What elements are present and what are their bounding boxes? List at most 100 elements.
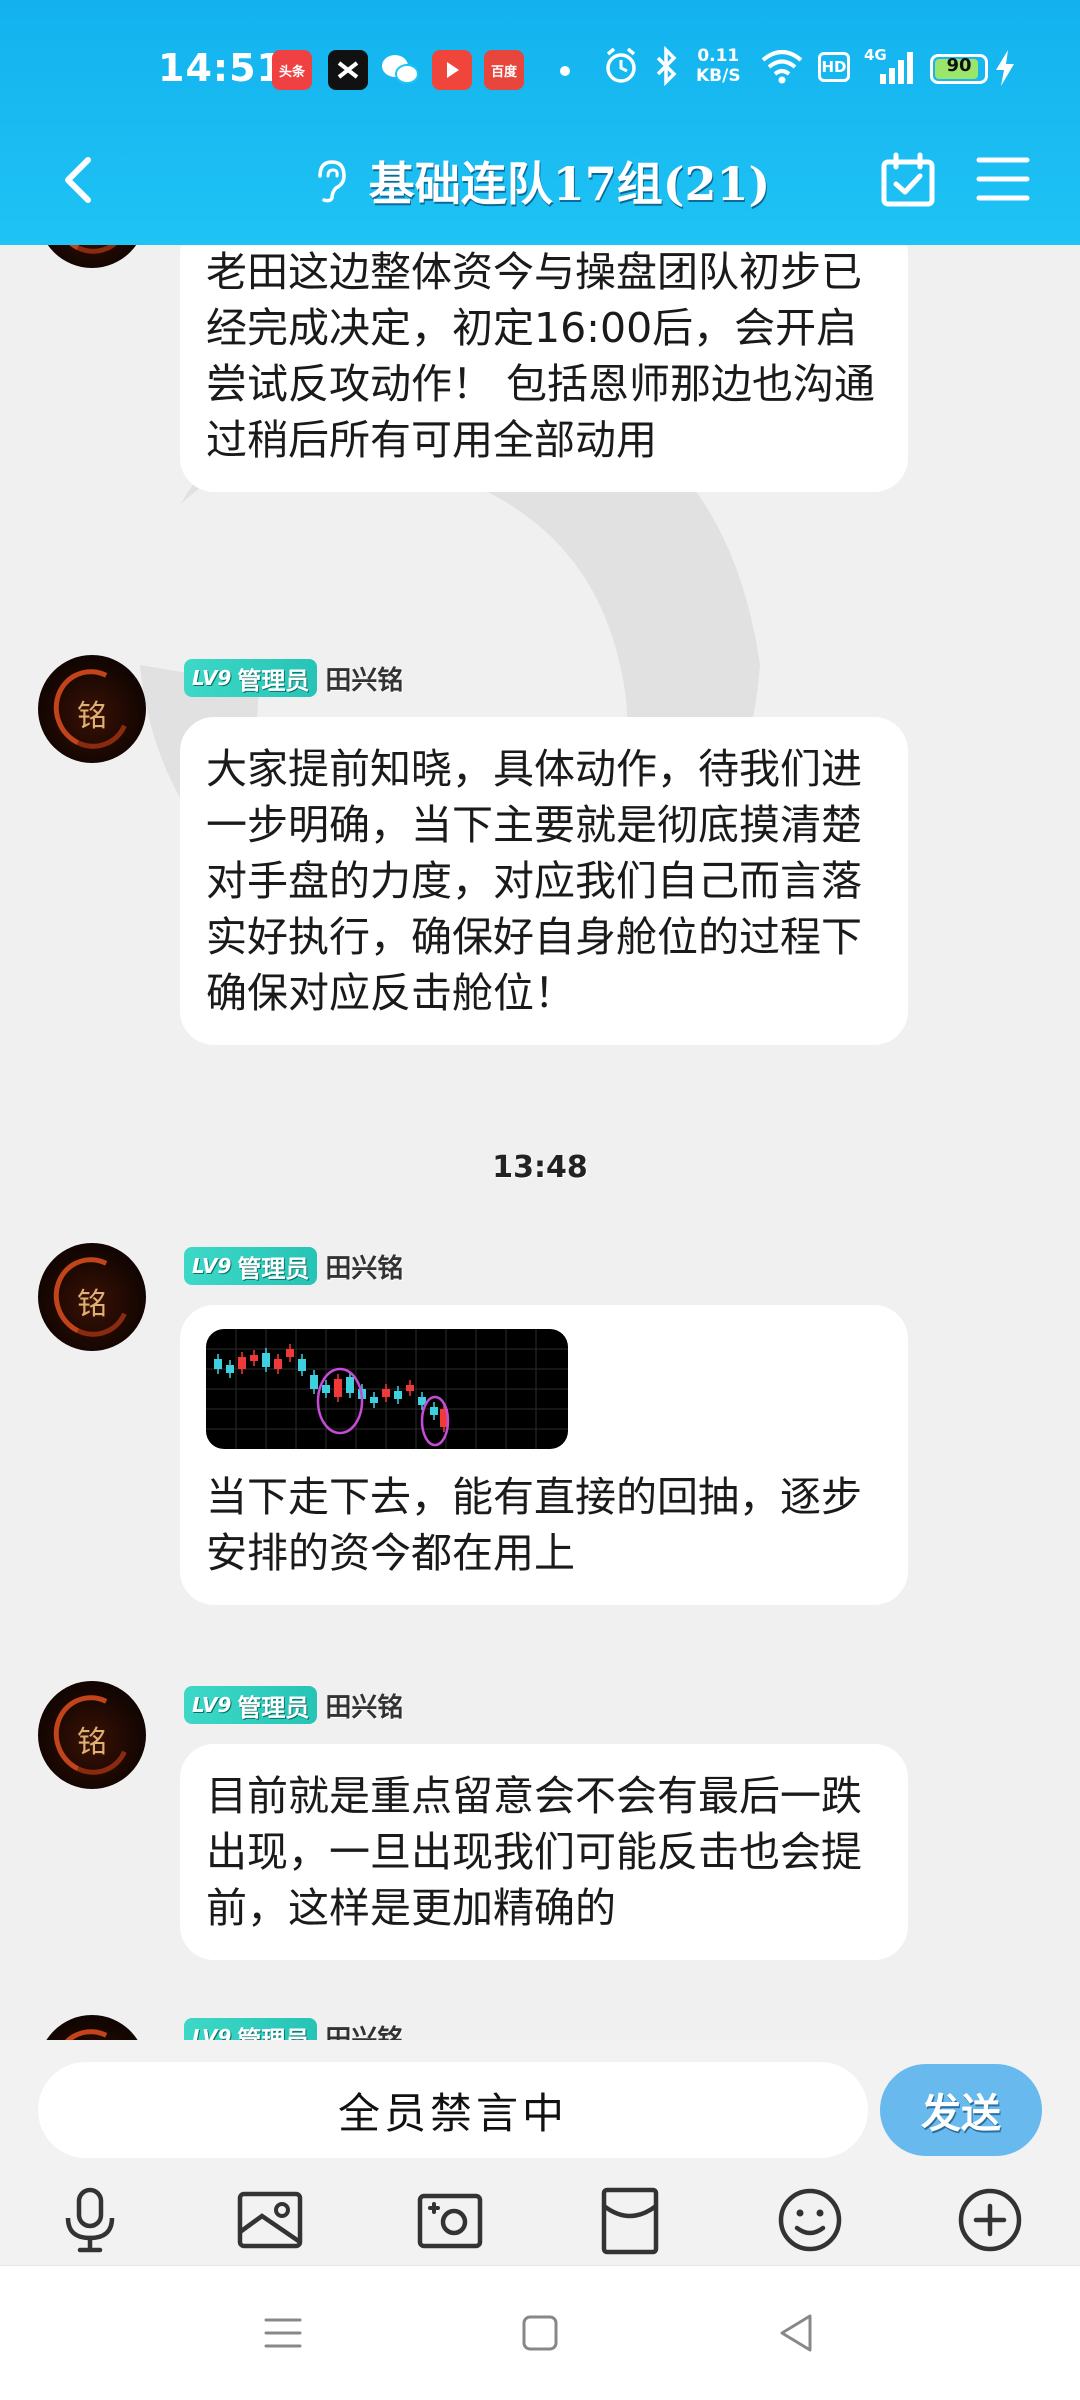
candlestick-thumbnail (206, 1329, 568, 1449)
net-speed-unit: KB/S (696, 66, 741, 86)
role-label: 管理员 (237, 2024, 310, 2041)
battery-icon: 90 (930, 54, 988, 84)
candle-body (238, 1357, 246, 1369)
sender-line: LV9 管理员 田兴铭 (184, 2017, 403, 2040)
video-app-icon (432, 50, 472, 90)
hd-voice-icon: HD (818, 52, 850, 82)
home-icon (522, 2315, 558, 2351)
more-menu-button[interactable] (975, 154, 1031, 204)
message-input[interactable]: 全员禁言中 (38, 2062, 868, 2158)
candle-body (250, 1355, 258, 1361)
candle-body (382, 1389, 390, 1397)
message-text: 目前就是重点留意会不会有最后一跌出现，一旦出现我们可能反击也会提前，这样是更加精… (206, 1772, 862, 1932)
back-nav-button[interactable] (772, 2308, 822, 2358)
candle-body (370, 1397, 378, 1403)
message-text: 老田这边整体资今与操盘团队初步已经完成决定，初定16:00后，会开启尝试反攻动作… (206, 248, 876, 464)
level-badge: LV9 管理员 (184, 1247, 318, 1285)
candle-body (346, 1377, 354, 1393)
red-packet-button[interactable] (590, 2180, 670, 2260)
level-label: LV9 (192, 1693, 232, 1717)
message-text: 大家提前知晓，具体动作，待我们进一步明确，当下主要就是彻底摸清楚对手盘的力度，对… (206, 745, 862, 1017)
sender-line: LV9 管理员 田兴铭 (184, 658, 403, 698)
recents-button[interactable] (258, 2308, 308, 2358)
candle-body (394, 1391, 402, 1399)
wifi-icon (760, 46, 804, 94)
message-bubble[interactable]: 当下走下去，能有直接的回抽，逐步安排的资今都在用上 (180, 1305, 908, 1605)
role-label: 管理员 (237, 665, 310, 695)
candle-body (226, 1365, 234, 1373)
more-plus-button[interactable] (950, 2180, 1030, 2260)
input-area: 全员禁言中 发送 (0, 2040, 1080, 2265)
camera-button[interactable] (410, 2180, 490, 2260)
recents-icon (264, 2318, 302, 2348)
candle-body (322, 1385, 330, 1393)
battery-level: 90 (946, 55, 972, 76)
sender-name: 田兴铭 (325, 1692, 404, 1723)
candle-body (406, 1385, 414, 1391)
calendar-check-icon (881, 152, 935, 207)
avatar[interactable]: 铭 (38, 1681, 146, 1789)
status-bar: 14:51 头条 百度 0.11 KB/S HD 4G 90 (0, 40, 1080, 100)
message-text: 当下走下去，能有直接的回抽，逐步安排的资今都在用上 (206, 1473, 862, 1577)
role-label: 管理员 (237, 1692, 310, 1722)
photo-icon (237, 2191, 303, 2249)
avatar[interactable]: 铭 (38, 655, 146, 763)
level-label: LV9 (192, 666, 232, 690)
sender-name: 田兴铭 (325, 1253, 404, 1284)
home-button[interactable] (515, 2308, 565, 2358)
title-bar: 基础连队17组(21) (0, 130, 1080, 230)
avatar-char: 铭 (77, 699, 107, 734)
message-bubble[interactable]: 大家提前知晓，具体动作，待我们进一步明确，当下主要就是彻底摸清楚对手盘的力度，对… (180, 717, 908, 1045)
avatar[interactable]: 铭 (38, 1243, 146, 1351)
avatar-char: 铭 (77, 1725, 107, 1760)
role-label: 管理员 (237, 1253, 310, 1283)
candlestick-chart-image[interactable] (206, 1329, 568, 1449)
message-bubble[interactable]: 老田这边整体资今与操盘团队初步已经完成决定，初定16:00后，会开启尝试反攻动作… (180, 245, 908, 492)
system-nav-bar (0, 2265, 1080, 2400)
red-packet-icon (601, 2187, 659, 2255)
status-time: 14:51 (158, 46, 284, 90)
candle-body (334, 1379, 342, 1397)
level-badge: LV9 管理员 (184, 1686, 318, 1724)
plus-icon (958, 2188, 1022, 2252)
avatar[interactable]: 铭 (38, 2015, 146, 2040)
candle-body (286, 1349, 294, 1357)
sender-name: 田兴铭 (325, 665, 404, 696)
header: 14:51 头条 百度 0.11 KB/S HD 4G 90 基础连队17组(2… (0, 0, 1080, 245)
avatar-ring (42, 2018, 142, 2040)
level-badge: LV9 管理员 (184, 2018, 318, 2041)
mic-icon (65, 2187, 115, 2253)
album-button[interactable] (230, 2180, 310, 2260)
send-button[interactable]: 发送 (880, 2064, 1042, 2156)
candle-body (430, 1407, 438, 1415)
message-bubble[interactable]: 目前就是重点留意会不会有最后一跌出现，一旦出现我们可能反击也会提前，这样是更加精… (180, 1744, 908, 1960)
message-timestamp: 13:48 (492, 1150, 588, 1185)
wechat-app-icon (380, 50, 420, 90)
level-label: LV9 (192, 2025, 232, 2040)
net-speed-value: 0.11 (697, 46, 740, 66)
candle-body (214, 1359, 222, 1369)
level-badge: LV9 管理员 (184, 659, 318, 697)
notification-dot (560, 66, 570, 76)
avatar-ring (42, 245, 142, 265)
alarm-icon (604, 46, 638, 94)
group-checkin-button[interactable] (878, 150, 938, 210)
network-speed: 0.11 KB/S (696, 46, 741, 86)
capcut-app-icon (328, 50, 368, 90)
message-list[interactable]: 铭 LV9管理员 田兴铭 老田这边整体资今与操盘团队初步已经完成决定，初定16:… (0, 245, 1080, 2040)
bluetooth-icon (654, 45, 678, 94)
level-label: LV9 (192, 1254, 232, 1278)
ear-icon[interactable] (310, 156, 350, 206)
chat-title: 基础连队17组(21) (368, 157, 771, 211)
camera-icon (417, 2193, 483, 2249)
candle-body (274, 1359, 282, 1369)
input-toolbar (0, 2180, 1080, 2260)
sender-line: LV9 管理员 田兴铭 (184, 1246, 403, 1286)
avatar[interactable]: 铭 (38, 245, 146, 268)
voice-button[interactable] (50, 2180, 130, 2260)
baidu-app-icon: 百度 (484, 50, 524, 90)
sender-line: LV9 管理员 田兴铭 (184, 1685, 403, 1725)
highlight-ellipse (316, 1367, 364, 1435)
emoji-button[interactable] (770, 2180, 850, 2260)
toutiao-app-icon: 头条 (272, 50, 312, 90)
